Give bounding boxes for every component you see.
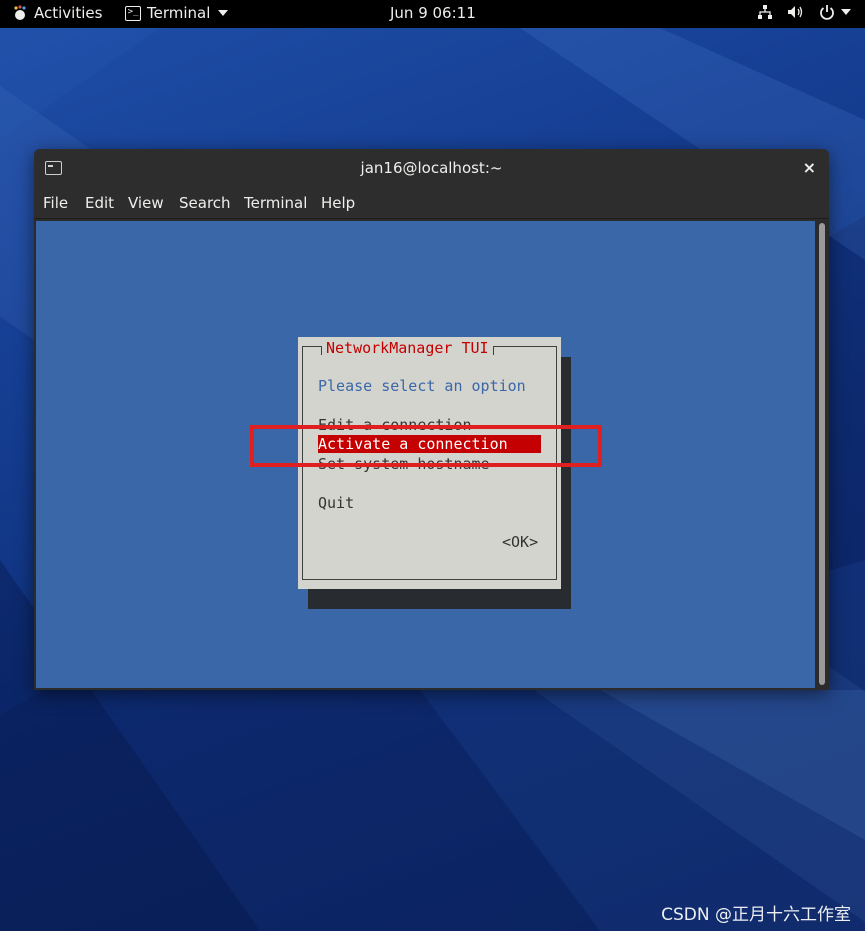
annotation-highlight-box (250, 425, 602, 467)
chevron-down-icon (841, 9, 851, 15)
activities-button[interactable]: Activities (12, 4, 102, 22)
volume-icon[interactable] (787, 4, 805, 20)
app-menu-label: Terminal (147, 4, 211, 22)
option-quit[interactable]: Quit (318, 494, 354, 512)
system-tray[interactable] (757, 4, 851, 20)
menu-view[interactable]: View (128, 194, 164, 212)
clock[interactable]: Jun 9 06:11 (390, 4, 476, 22)
scrollbar[interactable] (817, 221, 827, 688)
menu-file[interactable]: File (43, 194, 68, 212)
power-icon (820, 5, 834, 20)
watermark: CSDN @正月十六工作室 (661, 905, 851, 925)
menu-edit[interactable]: Edit (85, 194, 114, 212)
power-menu[interactable] (819, 4, 851, 20)
gnome-foot-icon (14, 5, 26, 20)
dialog-title: NetworkManager TUI (321, 339, 494, 357)
close-button[interactable]: × (803, 158, 816, 177)
menu-help[interactable]: Help (321, 194, 355, 212)
dialog-prompt: Please select an option (318, 377, 526, 395)
network-icon[interactable] (757, 4, 773, 20)
menu-terminal[interactable]: Terminal (244, 194, 307, 212)
menu-search[interactable]: Search (179, 194, 231, 212)
scrollbar-thumb[interactable] (819, 223, 825, 685)
terminal-app-menu[interactable]: >_ Terminal (125, 4, 229, 22)
chevron-down-icon (218, 10, 229, 16)
top-bar: Activities >_ Terminal Jun 9 06:11 (0, 0, 865, 28)
window-title: jan16@localhost:~ (360, 159, 503, 177)
title-bar[interactable]: jan16@localhost:~ × (34, 149, 829, 187)
terminal-icon: >_ (125, 5, 141, 21)
activities-label: Activities (34, 4, 103, 22)
ok-button[interactable]: <OK> (502, 533, 538, 551)
menu-bar: File Edit View Search Terminal Help (34, 187, 829, 219)
